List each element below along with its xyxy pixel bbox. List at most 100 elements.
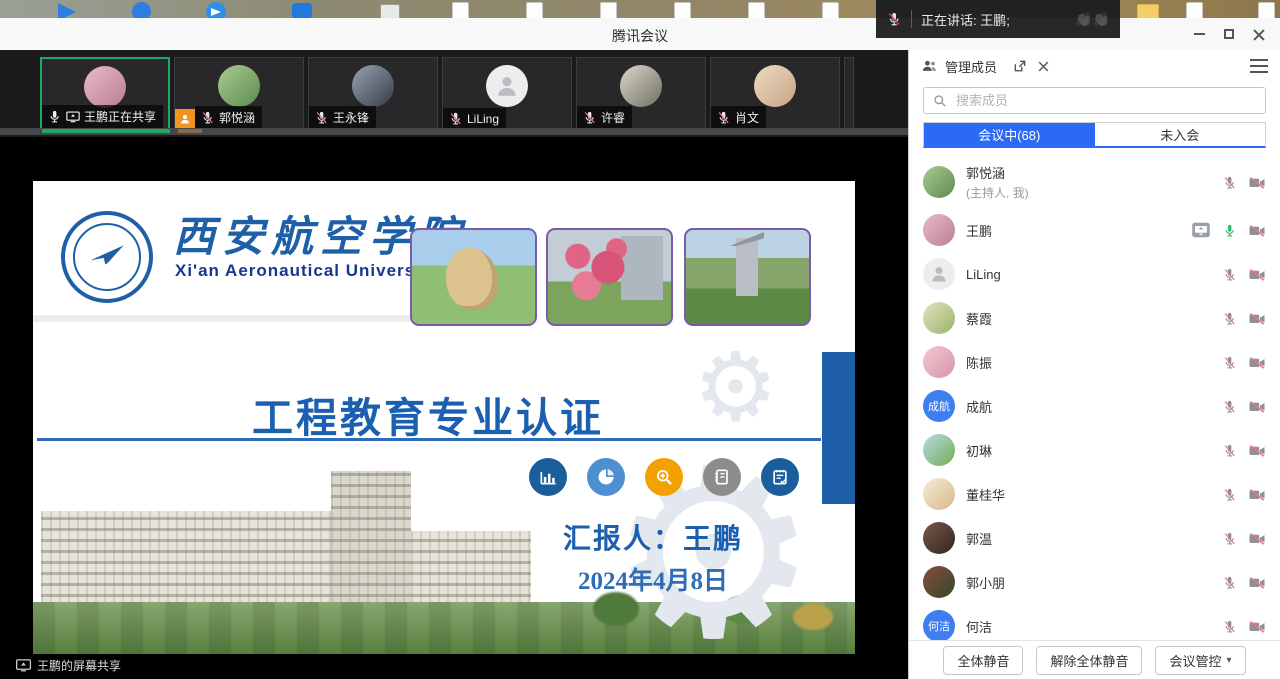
member-row[interactable]: 郭小朋	[923, 560, 1266, 604]
member-row[interactable]: 初琳	[923, 428, 1266, 472]
member-row[interactable]: 王鹏	[923, 208, 1266, 252]
notebook-icon	[703, 458, 741, 496]
mic-muted-icon	[1222, 443, 1237, 458]
video-thumbnail[interactable]: 王永锋	[308, 57, 438, 130]
video-thumbnail[interactable]: 肖文	[710, 57, 840, 130]
camera-off-icon	[1248, 487, 1266, 502]
screen-share-icon	[16, 659, 31, 672]
member-panel-title: 管理成员	[945, 57, 997, 76]
screen-sharing-badge-icon	[1191, 222, 1211, 238]
minimize-button[interactable]	[1184, 21, 1214, 47]
pie-chart-icon	[587, 458, 625, 496]
member-name: 成航	[966, 397, 992, 416]
member-status-icons	[1222, 531, 1266, 546]
member-status-icons	[1222, 175, 1266, 190]
meeting-control-button[interactable]: 会议管控▾	[1155, 646, 1245, 675]
mute-all-button[interactable]: 全体静音	[943, 646, 1023, 675]
tab-in-meeting[interactable]: 会议中(68)	[924, 123, 1095, 146]
menu-icon[interactable]	[1250, 59, 1268, 73]
participant-name: 许睿	[601, 109, 625, 126]
popout-icon[interactable]	[1013, 59, 1027, 73]
shared-screen-stage: 王鹏正在共享 郭悦涵 王永锋 LiLing 许睿 肖文 西安航空学院	[0, 50, 908, 679]
airplane-icon	[87, 237, 127, 277]
slide-title: 工程教育专业认证	[33, 384, 823, 444]
avatar	[620, 65, 662, 107]
video-thumbnail[interactable]: 王鹏正在共享	[40, 57, 170, 130]
member-row[interactable]: 陈振	[923, 340, 1266, 384]
folder-icon	[1137, 4, 1159, 18]
mic-muted-icon	[200, 110, 215, 125]
speaking-banner: 正在讲话: 王鹏; 👏👏	[876, 0, 1120, 38]
zoom-icon	[645, 458, 683, 496]
avatar	[754, 65, 796, 107]
thumbnail-name-label: 郭悦涵	[195, 106, 262, 129]
presentation-slide: 西安航空学院 Xi'an Aeronautical University ⚙ ⚙…	[33, 181, 855, 654]
video-thumbnail[interactable]: LiLing	[442, 57, 572, 130]
university-logo-inner	[73, 223, 141, 291]
blue-side-bar	[822, 352, 855, 504]
file-icon	[822, 2, 839, 18]
member-row[interactable]: 成航成航	[923, 384, 1266, 428]
thumbnail-name-label: 王鹏正在共享	[42, 105, 163, 128]
member-role: (主持人, 我)	[966, 184, 1029, 201]
screen-share-text: 王鹏的屏幕共享	[37, 657, 121, 674]
file-icon	[1258, 2, 1275, 18]
avatar	[923, 566, 955, 598]
member-search[interactable]	[923, 87, 1266, 114]
shared-window-top-edge	[0, 128, 908, 135]
camera-off-icon	[1248, 355, 1266, 370]
tab-not-joined[interactable]: 未入会	[1095, 123, 1266, 146]
avatar: 成航	[923, 390, 955, 422]
person-icon	[929, 264, 949, 284]
file-icon	[748, 2, 765, 18]
unmute-all-button[interactable]: 解除全体静音	[1036, 646, 1142, 675]
member-panel-header: 管理成员	[909, 50, 1280, 82]
participant-name: LiLing	[467, 112, 499, 126]
member-row[interactable]: 蔡霞	[923, 296, 1266, 340]
shared-window-tab2	[178, 129, 202, 133]
member-name: 王鹏	[966, 221, 992, 240]
close-icon	[1253, 28, 1265, 40]
screen-share-label: 王鹏的屏幕共享	[16, 657, 121, 674]
mic-muted-icon	[716, 110, 731, 125]
participant-name: 肖文	[735, 109, 759, 126]
camera-off-icon	[1248, 619, 1266, 634]
member-tabs: 会议中(68) 未入会	[923, 122, 1266, 148]
video-thumbnail[interactable]: 许睿	[576, 57, 706, 130]
member-row[interactable]: 董桂华	[923, 472, 1266, 516]
avatar	[923, 434, 955, 466]
avatar	[486, 65, 528, 107]
maximize-button[interactable]	[1214, 21, 1244, 47]
panel-close-icon[interactable]	[1037, 60, 1050, 73]
member-row[interactable]: 郭悦涵(主持人, 我)	[923, 156, 1266, 208]
bar-chart-icon	[529, 458, 567, 496]
participant-name: 王鹏正在共享	[84, 108, 156, 125]
screen-share-icon	[66, 111, 80, 123]
member-row[interactable]: LiLing	[923, 252, 1266, 296]
close-button[interactable]	[1244, 21, 1274, 47]
member-list[interactable]: 郭悦涵(主持人, 我) 王鹏 LiLing 蔡霞 陈振 成	[909, 156, 1280, 641]
mic-muted-icon	[1222, 399, 1237, 414]
avatar	[923, 214, 955, 246]
partial-thumbnail	[844, 57, 854, 130]
video-thumbnail[interactable]: 郭悦涵	[174, 57, 304, 130]
search-icon	[933, 94, 947, 108]
search-input[interactable]	[954, 92, 1256, 109]
host-badge-icon	[175, 109, 195, 129]
university-name-en: Xi'an Aeronautical University	[175, 261, 438, 281]
member-row[interactable]: 何洁何洁	[923, 604, 1266, 641]
camera-off-icon	[1248, 175, 1266, 190]
file-icon	[1186, 2, 1203, 18]
avatar	[923, 346, 955, 378]
person-icon	[179, 113, 191, 125]
member-status-icons	[1222, 267, 1266, 282]
avatar	[84, 66, 126, 108]
member-name: 蔡霞	[966, 309, 992, 328]
member-name: 陈振	[966, 353, 992, 372]
printer-icon	[380, 4, 400, 18]
maximize-icon	[1224, 29, 1234, 39]
slide-icon-row	[529, 458, 799, 496]
participant-name: 王永锋	[333, 109, 369, 126]
member-row[interactable]: 郭温	[923, 516, 1266, 560]
person-icon	[494, 73, 520, 99]
